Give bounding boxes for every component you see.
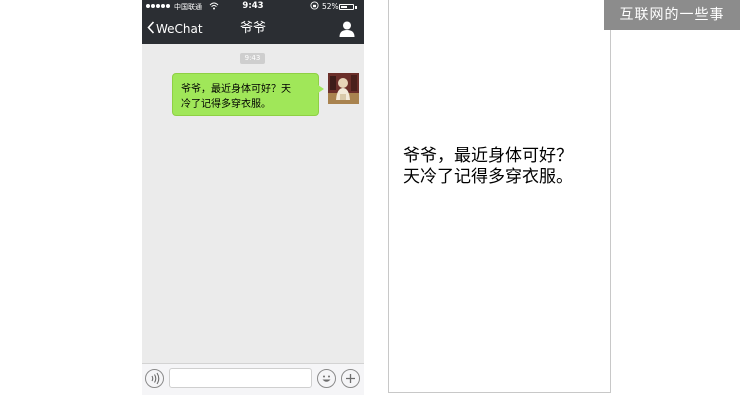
person-icon	[339, 21, 355, 37]
navigation-bar: 中国联通 9:43 52% WeChat 爷爷	[142, 0, 364, 44]
message-bubble[interactable]: 爷爷，最近身体可好？天 冷了记得多穿衣服。	[172, 73, 319, 116]
message-line: 冷了记得多穿衣服。	[181, 99, 271, 110]
plus-icon	[346, 374, 355, 383]
chat-title: 爷爷	[239, 21, 266, 36]
message-input[interactable]	[169, 368, 312, 388]
emoji-icon	[322, 375, 331, 382]
profile-button[interactable]	[339, 20, 355, 38]
more-button[interactable]	[341, 369, 360, 388]
status-bar: 中国联通 9:43 52%	[142, 0, 364, 14]
chat-timestamp: 9:43	[240, 53, 265, 64]
rotation-lock-icon	[310, 1, 319, 12]
voice-icon	[151, 372, 160, 385]
watermark-badge: 互联网的一些事	[604, 0, 740, 30]
battery-tip	[355, 6, 357, 9]
wechat-phone-screen: 中国联通 9:43 52% WeChat 爷爷 9:43 爷爷，最近身体可好？天…	[142, 0, 364, 395]
preview-line: 爷爷，最近身体可好？	[403, 146, 573, 166]
message-preview-card: 爷爷，最近身体可好？ 天冷了记得多穿衣服。	[388, 0, 611, 393]
preview-message: 爷爷，最近身体可好？ 天冷了记得多穿衣服。	[403, 146, 603, 188]
battery-percent: 52%	[322, 2, 339, 11]
avatar[interactable]	[328, 73, 359, 104]
emoji-button[interactable]	[317, 369, 336, 388]
battery-icon	[339, 4, 354, 10]
bubble-tail	[318, 85, 324, 93]
avatar-photo	[328, 73, 359, 104]
battery-level	[341, 6, 347, 8]
message-line: 爷爷，最近身体可好？天	[181, 84, 291, 95]
voice-button[interactable]	[145, 369, 164, 388]
preview-line: 天冷了记得多穿衣服。	[403, 167, 573, 187]
input-bar	[142, 363, 364, 395]
